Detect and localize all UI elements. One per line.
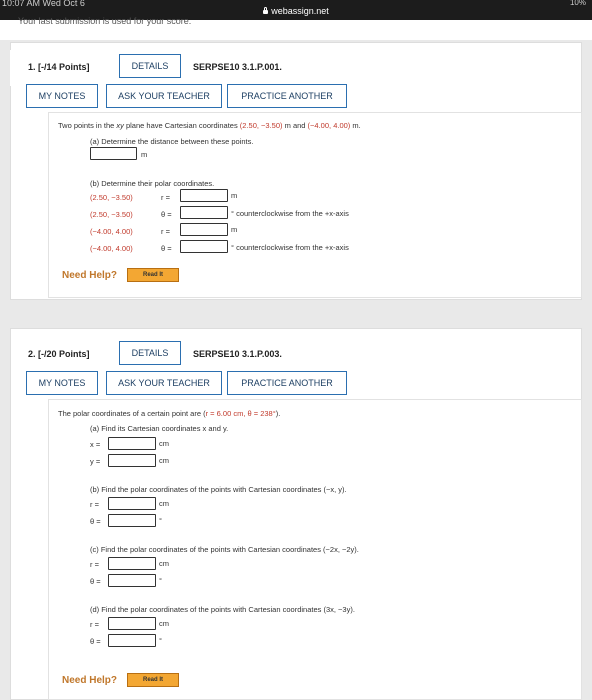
theta-input-d[interactable]: [108, 634, 156, 647]
unit-label: °: [159, 576, 162, 585]
details-button[interactable]: DETAILS: [119, 54, 181, 78]
need-help-label: Need Help?: [62, 270, 118, 281]
r-input-b[interactable]: [108, 497, 156, 510]
unit-label: m: [231, 225, 238, 234]
battery-indicator: 10%: [569, 0, 586, 7]
unit-label: cm: [159, 619, 169, 628]
submission-strip: Your last submission is used for your sc…: [0, 16, 592, 40]
part-b-label: (b) Determine their polar coordinates.: [90, 179, 215, 188]
var-label: r =: [161, 227, 170, 236]
lock-icon: [263, 7, 269, 14]
unit-label: cm: [159, 439, 169, 448]
question-2-prompt: The polar coordinates of a certain point…: [58, 409, 281, 418]
unit-label: ° counterclockwise from the +x-axis: [231, 209, 349, 218]
unit-label: cm: [159, 456, 169, 465]
part-d-label: (d) Find the polar coordinates of the po…: [90, 605, 355, 614]
theta-input-2[interactable]: [180, 240, 228, 253]
url-bar[interactable]: webassign.net: [0, 6, 592, 16]
details-button[interactable]: DETAILS: [119, 341, 181, 365]
practice-another-button[interactable]: PRACTICE ANOTHER: [227, 84, 347, 108]
unit-label: m: [231, 191, 238, 200]
ask-teacher-button[interactable]: ASK YOUR TEACHER: [106, 371, 222, 395]
part-b-label: (b) Find the polar coordinates of the po…: [90, 485, 347, 494]
read-it-button[interactable]: Read It: [127, 673, 179, 687]
distance-input[interactable]: [90, 147, 137, 160]
var-label: x =: [90, 440, 101, 449]
unit-label: °: [159, 516, 162, 525]
question-2-code: SERPSE10 3.1.P.003.: [193, 349, 282, 359]
ask-teacher-button[interactable]: ASK YOUR TEACHER: [106, 84, 222, 108]
x-input[interactable]: [108, 437, 156, 450]
question-1-prompt: Two points in the xy plane have Cartesia…: [58, 121, 361, 130]
y-input[interactable]: [108, 454, 156, 467]
url-text: webassign.net: [271, 6, 329, 16]
unit-label: °: [159, 636, 162, 645]
unit-label: ° counterclockwise from the +x-axis: [231, 243, 349, 252]
part-c-label: (c) Find the polar coordinates of the po…: [90, 545, 359, 554]
part-a-label: (a) Find its Cartesian coordinates x and…: [90, 424, 229, 433]
var-label: r =: [90, 620, 99, 629]
r-input-d[interactable]: [108, 617, 156, 630]
part-a-label: (a) Determine the distance between these…: [90, 137, 254, 146]
question-1-code: SERPSE10 3.1.P.001.: [193, 62, 282, 72]
coord-label: (−4.00, 4.00): [90, 244, 133, 253]
question-1-header: [10, 50, 580, 86]
var-label: θ =: [90, 637, 101, 646]
r-input-2[interactable]: [180, 223, 228, 236]
distance-unit: m: [141, 150, 148, 159]
question-2-points: 2. [-/20 Points]: [28, 349, 90, 359]
unit-label: cm: [159, 559, 169, 568]
unit-label: cm: [159, 499, 169, 508]
var-label: θ =: [161, 244, 172, 253]
var-label: r =: [90, 560, 99, 569]
theta-input-c[interactable]: [108, 574, 156, 587]
var-label: r =: [161, 193, 170, 202]
need-help-label: Need Help?: [62, 675, 118, 686]
var-label: θ =: [90, 517, 101, 526]
var-label: θ =: [161, 210, 172, 219]
practice-another-button[interactable]: PRACTICE ANOTHER: [227, 371, 347, 395]
theta-input-b[interactable]: [108, 514, 156, 527]
var-label: r =: [90, 500, 99, 509]
read-it-button[interactable]: Read It: [127, 268, 179, 282]
my-notes-button[interactable]: MY NOTES: [26, 84, 98, 108]
coord-label: (2.50, −3.50): [90, 210, 133, 219]
theta-input-1[interactable]: [180, 206, 228, 219]
r-input-1[interactable]: [180, 189, 228, 202]
var-label: θ =: [90, 577, 101, 586]
coord-label: (−4.00, 4.00): [90, 227, 133, 236]
coord-label: (2.50, −3.50): [90, 193, 133, 202]
question-1-points: 1. [-/14 Points]: [28, 62, 90, 72]
my-notes-button[interactable]: MY NOTES: [26, 371, 98, 395]
var-label: y =: [90, 457, 101, 466]
submission-note: Your last submission is used for your sc…: [18, 16, 192, 26]
r-input-c[interactable]: [108, 557, 156, 570]
